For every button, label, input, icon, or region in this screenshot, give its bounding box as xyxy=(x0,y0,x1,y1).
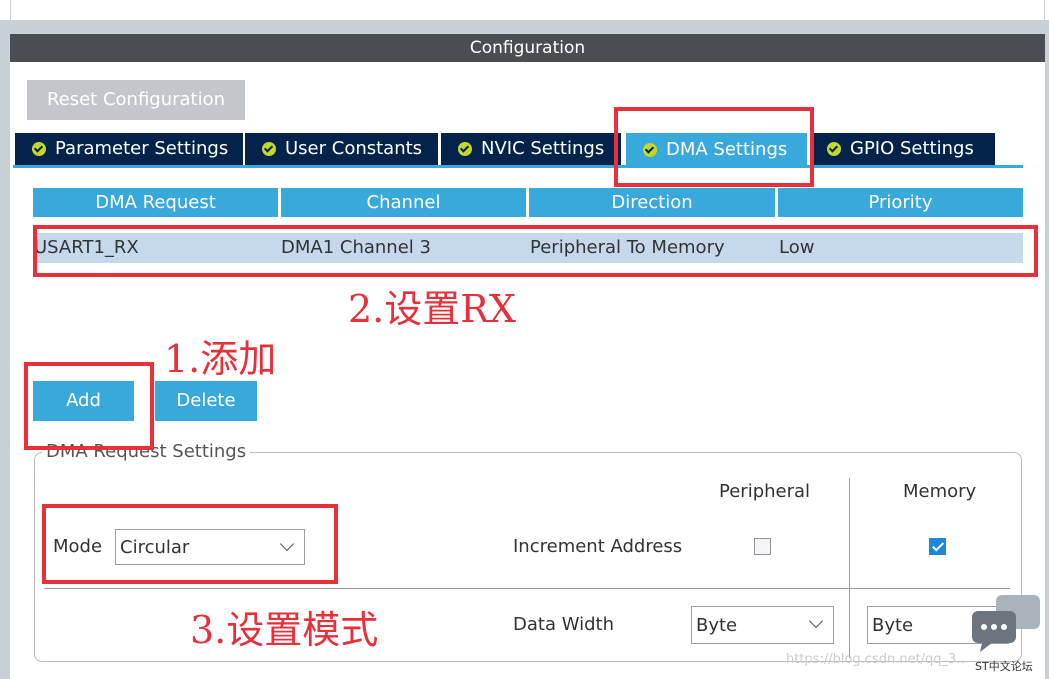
row-divider xyxy=(44,588,1010,589)
peripheral-header: Peripheral xyxy=(719,481,810,502)
column-header-priority[interactable]: Priority xyxy=(778,188,1023,217)
upper-panel xyxy=(10,0,1045,20)
column-header-dma-request[interactable]: DMA Request xyxy=(33,188,278,217)
chevron-down-icon xyxy=(809,614,823,628)
check-circle-icon xyxy=(827,142,841,156)
peripheral-data-width-select[interactable]: Byte xyxy=(691,606,834,644)
annotation-box-row xyxy=(33,225,1038,277)
annotation-box-add xyxy=(24,362,154,450)
annotation-step1: 1.添加 xyxy=(164,340,276,378)
right-frame xyxy=(1045,20,1049,679)
watermark-url: https://blog.csdn.net/qq_3.. xyxy=(786,652,965,667)
tab-nvic-settings[interactable]: NVIC Settings xyxy=(441,133,621,165)
delete-button[interactable]: Delete xyxy=(155,381,257,421)
tab-parameter-settings[interactable]: Parameter Settings xyxy=(15,133,243,165)
peripheral-increment-checkbox[interactable] xyxy=(754,538,771,555)
memory-increment-checkbox[interactable] xyxy=(929,538,946,555)
annotation-box-dma-settings xyxy=(614,107,814,187)
configuration-header: Configuration xyxy=(10,34,1045,62)
annotation-box-mode xyxy=(42,504,338,584)
data-width-label: Data Width xyxy=(513,614,614,635)
peripheral-data-width-value: Byte xyxy=(696,615,737,636)
column-divider xyxy=(849,478,850,658)
tab-underline xyxy=(13,165,1023,168)
tab-label: GPIO Settings xyxy=(850,133,974,165)
increment-address-label: Increment Address xyxy=(513,536,682,557)
annotation-step2: 2.设置RX xyxy=(348,290,516,328)
check-circle-icon xyxy=(32,142,46,156)
tab-label: User Constants xyxy=(285,133,422,165)
memory-data-width-value: Byte xyxy=(872,615,913,636)
tab-label: NVIC Settings xyxy=(481,133,604,165)
check-circle-icon xyxy=(262,142,276,156)
chat-bubble-icon xyxy=(970,595,1042,653)
column-header-direction[interactable]: Direction xyxy=(529,188,775,217)
tab-gpio-settings[interactable]: GPIO Settings xyxy=(810,133,995,165)
tab-label: Parameter Settings xyxy=(55,133,228,165)
reset-configuration-button[interactable]: Reset Configuration xyxy=(27,80,245,120)
annotation-step3: 3.设置模式 xyxy=(190,611,378,649)
left-frame xyxy=(0,20,10,679)
column-header-channel[interactable]: Channel xyxy=(281,188,526,217)
forum-logo-text: ST中文论坛 xyxy=(975,658,1033,674)
panel-divider xyxy=(0,20,1049,34)
check-circle-icon xyxy=(458,142,472,156)
memory-header: Memory xyxy=(903,481,976,502)
tab-user-constants[interactable]: User Constants xyxy=(245,133,438,165)
